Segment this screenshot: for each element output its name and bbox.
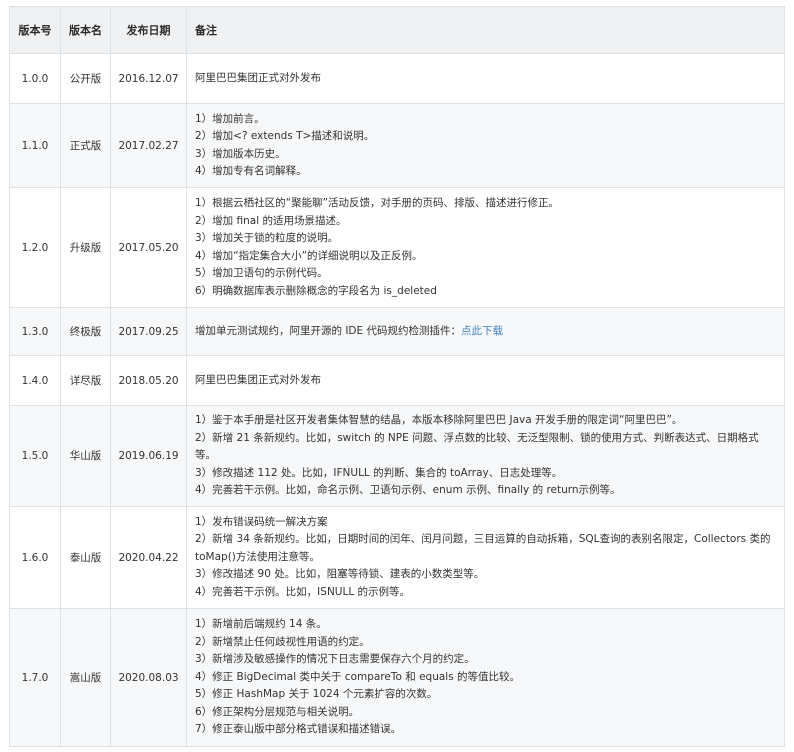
note-line: 3）修改描述 90 处。比如，阻塞等待锁、建表的小数类型等。 [195, 568, 485, 581]
note-line: 2）新增禁止任何歧视性用语的约定。 [195, 635, 370, 648]
note-line: 2）新增 34 条新规约。比如，日期时间的闰年、闰月问题，三目运算的自动拆箱，S… [195, 533, 771, 563]
release-date-cell: 2020.08.03 [110, 608, 187, 747]
version-name-cell: 正式版 [60, 103, 111, 188]
note-line: 4）增加“指定集合大小”的详细说明以及正反例。 [195, 249, 423, 262]
version-cell: 1.0.0 [9, 53, 61, 104]
note-line: 增加单元测试规约，阿里开源的 IDE 代码规约检测插件：点此下载 [195, 324, 503, 337]
version-cell: 1.4.0 [9, 355, 61, 406]
header-row: 版本号 版本名 发布日期 备注 [9, 6, 785, 54]
version-name-cell: 终极版 [60, 307, 111, 356]
version-name-cell: 泰山版 [60, 506, 111, 609]
version-cell: 1.2.0 [9, 187, 61, 308]
note-line: 3）新增涉及敏感操作的情况下日志需要保存六个月的约定。 [195, 653, 475, 666]
notes-cell: 增加单元测试规约，阿里开源的 IDE 代码规约检测插件：点此下载 [186, 307, 785, 356]
version-cell: 1.1.0 [9, 103, 61, 188]
version-name-cell: 嵩山版 [60, 608, 111, 747]
version-history-table: 版本号 版本名 发布日期 备注 1.0.0 公开版 2016.12.07 阿里巴巴集团… [9, 6, 785, 747]
release-date-cell: 2017.09.25 [110, 307, 187, 356]
note-line: 阿里巴巴集团正式对外发布 [195, 373, 321, 386]
note-line: 1）鉴于本手册是社区开发者集体智慧的结晶，本版本移除阿里巴巴 Java 开发手册… [195, 414, 683, 427]
note-line: 2）增加<? extends T>描述和说明。 [195, 130, 375, 142]
note-line: 3）增加关于锁的粒度的说明。 [195, 232, 339, 244]
version-name-cell: 升级版 [60, 187, 111, 308]
header-note: 备注 [186, 6, 785, 54]
version-name-cell: 华山版 [60, 405, 111, 507]
note-line: 3）增加版本历史。 [195, 147, 286, 160]
version-cell: 1.3.0 [9, 307, 61, 356]
note-line: 4）增加专有名词解释。 [195, 165, 307, 177]
note-line: 1）发布错误码统一解决方案 [195, 515, 328, 528]
table-body: 1.0.0 公开版 2016.12.07 阿里巴巴集团正式对外发布 1.1.0 正式版 20… [9, 53, 785, 747]
release-date-cell: 2019.06.19 [110, 405, 187, 507]
table-row: 1.6.0 泰山版 2020.04.22 1）发布错误码统一解决方案 2）新增 34 条… [9, 506, 785, 609]
table-row: 1.2.0 升级版 2017.05.20 1）根据云栖社区的“聚能聊”活动反馈，对手册… [9, 187, 785, 308]
header-name: 版本名 [60, 6, 111, 54]
table-row: 1.4.0 详尽版 2018.05.20 阿里巴巴集团正式对外发布 [9, 355, 785, 406]
release-date-cell: 2016.12.07 [110, 53, 187, 104]
version-cell: 1.5.0 [9, 405, 61, 507]
note-line: 4）修正 BigDecimal 类中关于 compareTo 和 equals … [195, 670, 521, 683]
version-cell: 1.7.0 [9, 608, 61, 747]
note-line: 1）增加前言。 [195, 112, 265, 125]
table-row: 1.7.0 嵩山版 2020.08.03 1）新增前后端规约 14 条。 2）新增禁止任… [9, 608, 785, 747]
note-line: 3）修改描述 112 处。比如，IFNULL 的判断、集合的 toArray、日… [195, 466, 563, 479]
note-line: 1）根据云栖社区的“聚能聊”活动反馈，对手册的页码、排版、描述进行修正。 [195, 197, 560, 209]
release-date-cell: 2017.05.20 [110, 187, 187, 308]
download-link[interactable]: 点此下载 [461, 325, 503, 337]
note-line: 4）完善若干示例。比如，命名示例、卫语句示例、enum 示例、finally 的… [195, 484, 621, 497]
version-name-cell: 公开版 [60, 53, 111, 104]
note-line: 5）修正 HashMap 关于 1024 个元素扩容的次数。 [195, 688, 438, 701]
header-date: 发布日期 [110, 6, 187, 54]
note-line: 6）明确数据库表示删除概念的字段名为 is_deleted [195, 284, 437, 297]
table-row: 1.0.0 公开版 2016.12.07 阿里巴巴集团正式对外发布 [9, 53, 785, 104]
notes-cell: 阿里巴巴集团正式对外发布 [186, 355, 785, 406]
note-line: 2）新增 21 条新规约。比如，switch 的 NPE 问题、浮点数的比较、无… [195, 431, 759, 462]
table-row: 1.1.0 正式版 2017.02.27 1）增加前言。 2）增加<? extends … [9, 103, 785, 188]
note-line: 4）完善若干示例。比如，ISNULL 的示例等。 [195, 585, 411, 598]
table-row: 1.5.0 华山版 2019.06.19 1）鉴于本手册是社区开发者集体智慧的结晶，本… [9, 405, 785, 507]
note-line: 6）修正架构分层规范与相关说明。 [195, 705, 360, 718]
release-date-cell: 2020.04.22 [110, 506, 187, 609]
header-version: 版本号 [9, 6, 61, 54]
version-name-cell: 详尽版 [60, 355, 111, 406]
notes-cell: 1）增加前言。 2）增加<? extends T>描述和说明。 3）增加版本历史。 4… [186, 103, 785, 188]
notes-cell: 1）发布错误码统一解决方案 2）新增 34 条新规约。比如，日期时间的闰年、闰月问… [186, 506, 785, 609]
note-line: 1）新增前后端规约 14 条。 [195, 618, 327, 631]
notes-cell: 1）新增前后端规约 14 条。 2）新增禁止任何歧视性用语的约定。 3）新增涉及敏感… [186, 608, 785, 747]
notes-cell: 1）鉴于本手册是社区开发者集体智慧的结晶，本版本移除阿里巴巴 Java 开发手册… [186, 405, 785, 507]
note-line: 2）增加 final 的适用场景描述。 [195, 214, 347, 227]
version-cell: 1.6.0 [9, 506, 61, 609]
notes-cell: 1）根据云栖社区的“聚能聊”活动反馈，对手册的页码、排版、描述进行修正。 2）增加… [186, 187, 785, 308]
note-line: 7）修正泰山版中部分格式错误和描述错误。 [195, 723, 402, 736]
note-line: 阿里巴巴集团正式对外发布 [195, 71, 321, 84]
notes-cell: 阿里巴巴集团正式对外发布 [186, 53, 785, 104]
note-line: 5）增加卫语句的示例代码。 [195, 267, 328, 279]
release-date-cell: 2018.05.20 [110, 355, 187, 406]
table-row: 1.3.0 终极版 2017.09.25 增加单元测试规约，阿里开源的 IDE 代码规… [9, 307, 785, 356]
release-date-cell: 2017.02.27 [110, 103, 187, 188]
